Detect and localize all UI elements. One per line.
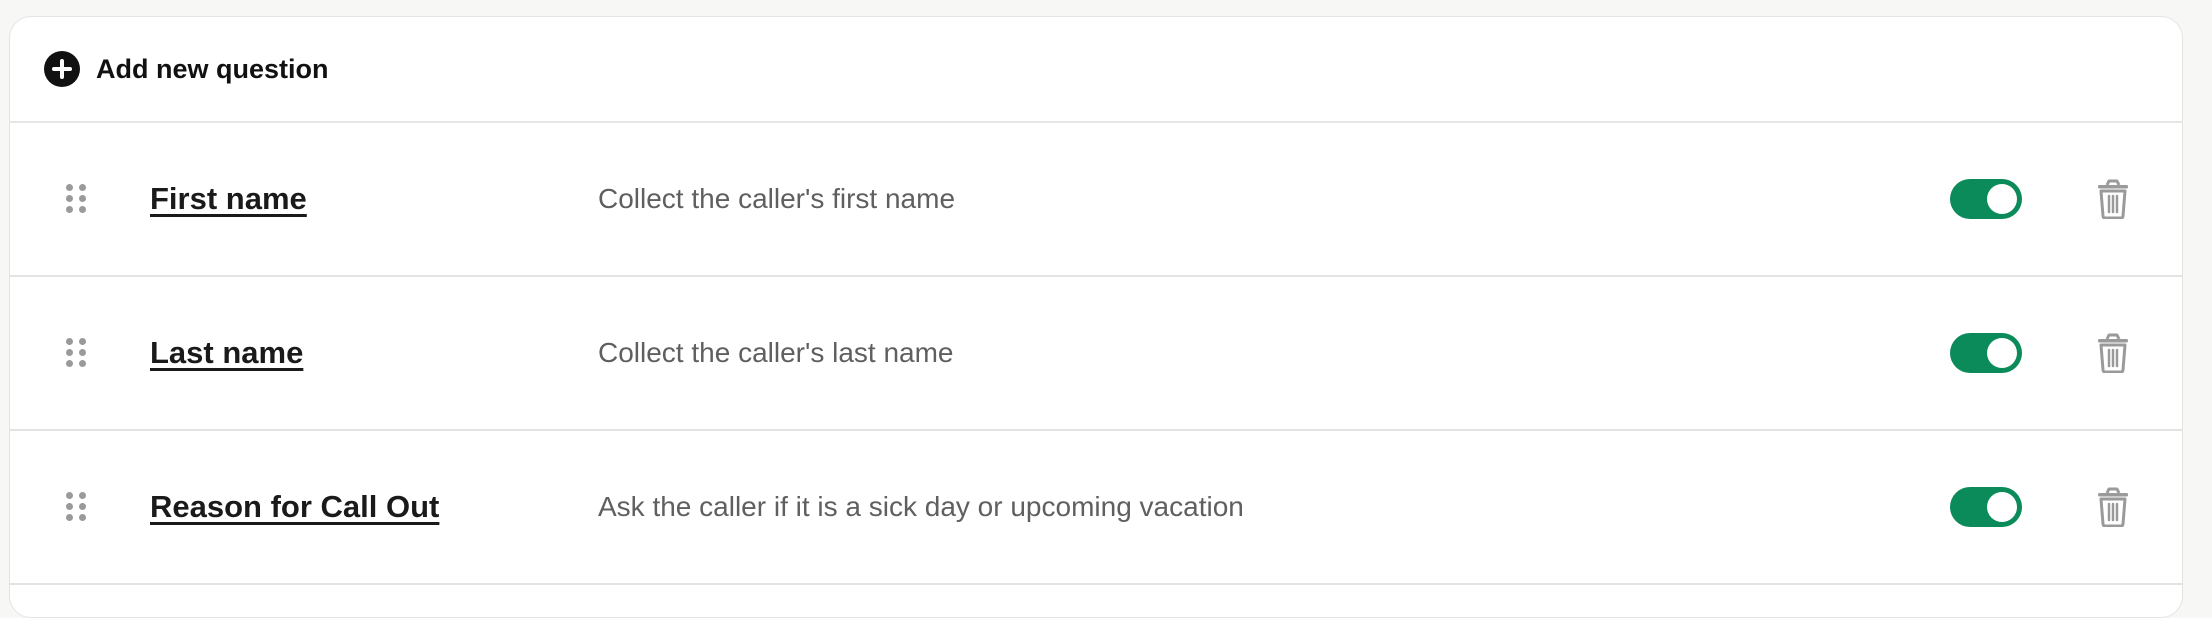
questions-panel: Add new question First name Collect the … [9,16,2183,618]
add-new-question-button[interactable]: Add new question [10,17,2182,123]
question-title-link[interactable]: Reason for Call Out [150,489,439,525]
trash-icon[interactable] [2096,179,2130,219]
plus-circle-icon [44,51,80,87]
question-title-link[interactable]: First name [150,181,307,217]
toggle-knob [1987,492,2017,522]
question-row: Reason for Call Out Ask the caller if it… [10,431,2182,585]
toggle-knob [1987,184,2017,214]
question-description: Ask the caller if it is a sick day or up… [598,491,1244,522]
drag-handle-icon[interactable] [66,338,86,368]
question-description: Collect the caller's first name [598,183,956,214]
question-enabled-toggle[interactable] [1950,333,2022,373]
trash-icon[interactable] [2096,333,2130,373]
drag-handle-icon[interactable] [66,492,86,522]
question-row: First name Collect the caller's first na… [10,123,2182,277]
drag-handle-icon[interactable] [66,184,86,214]
question-enabled-toggle[interactable] [1950,179,2022,219]
toggle-knob [1987,338,2017,368]
question-description: Collect the caller's last name [598,337,954,368]
question-enabled-toggle[interactable] [1950,487,2022,527]
question-row: Last name Collect the caller's last name [10,277,2182,431]
add-new-question-label: Add new question [96,53,329,84]
question-title-link[interactable]: Last name [150,335,303,371]
trash-icon[interactable] [2096,487,2130,527]
